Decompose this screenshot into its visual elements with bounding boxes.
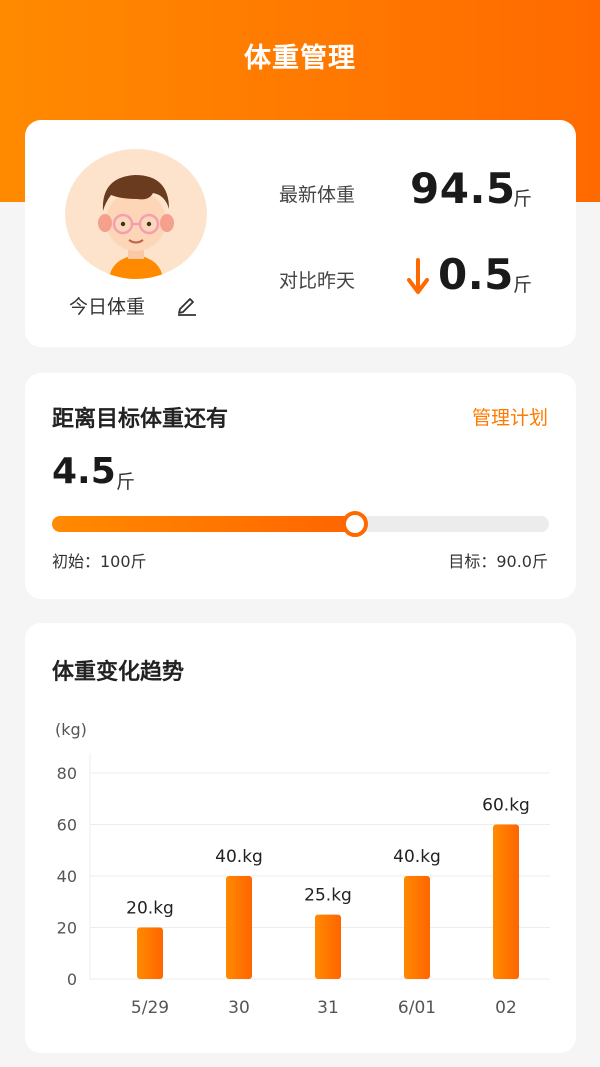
- y-axis-unit-label: (kg): [55, 720, 87, 739]
- target-weight-label: 目标：90.0斤: [448, 552, 548, 571]
- remaining-weight-unit: 斤: [116, 471, 136, 493]
- bar: [315, 914, 341, 979]
- x-tick-label: 31: [317, 998, 339, 1018]
- bar-data-label: 25.kg: [304, 886, 352, 906]
- latest-weight-label: 最新体重: [279, 184, 356, 206]
- x-tick-label: 6/01: [398, 998, 436, 1018]
- y-tick-label: 60: [57, 816, 77, 835]
- x-tick-label: 30: [228, 998, 250, 1018]
- compare-yesterday-unit: 斤: [513, 274, 533, 296]
- bar: [226, 876, 252, 979]
- compare-yesterday-value: 0.5: [438, 250, 514, 299]
- latest-weight-unit: 斤: [513, 188, 533, 210]
- x-tick-label: 02: [495, 998, 517, 1018]
- bar-data-label: 20.kg: [126, 899, 174, 919]
- weight-trend-chart: (kg)02040608020.kg5/2940.kg3025.kg3140.k…: [55, 720, 550, 1018]
- bar-data-label: 60.kg: [482, 796, 530, 816]
- manage-plan-link[interactable]: 管理计划: [472, 403, 548, 430]
- status-bar: [0, 0, 600, 8]
- avatar[interactable]: [65, 149, 207, 279]
- start-weight-label: 初始：100斤: [52, 552, 147, 571]
- avatar-illustration: [98, 175, 174, 279]
- bar: [404, 876, 430, 979]
- pencil-icon[interactable]: [175, 292, 199, 316]
- bar-data-label: 40.kg: [393, 847, 441, 867]
- page-title: 体重管理: [244, 43, 356, 74]
- weight-trend-card: 体重变化趋势 (kg) 0 20 40 60 80 20.kg 5/29 40.kg 30 25.k…: [25, 623, 576, 1053]
- goal-progress-thumb[interactable]: [342, 511, 369, 537]
- remaining-weight-value: 4.5: [52, 451, 116, 492]
- today-weight-card: 今日体重 最新体重 94.5 斤 对比昨天 0.5 斤: [25, 120, 576, 347]
- compare-yesterday-label: 对比昨天: [279, 270, 356, 292]
- today-weight-label: 今日体重: [69, 296, 146, 318]
- goal-progress-fill: [52, 516, 356, 532]
- trend-title: 体重变化趋势: [52, 660, 185, 685]
- battery-icon: [446, 0, 516, 2]
- arrow-down-icon: [405, 258, 431, 296]
- y-tick-label: 80: [57, 764, 77, 783]
- y-tick-label: 20: [57, 919, 77, 938]
- bar: [493, 824, 519, 979]
- goal-progress-bar: [52, 511, 549, 537]
- signal-icon: [30, 0, 76, 4]
- goal-title: 距离目标体重还有: [52, 407, 229, 432]
- x-tick-label: 5/29: [131, 998, 169, 1018]
- y-tick-label: 40: [57, 867, 77, 886]
- y-tick-label: 0: [67, 970, 77, 989]
- bar: [137, 927, 163, 979]
- bar-data-label: 40.kg: [215, 847, 263, 867]
- latest-weight-value: 94.5: [410, 164, 516, 213]
- goal-card: 距离目标体重还有 管理计划 4.5 斤 初始：100斤 目标：90.0斤: [25, 373, 576, 599]
